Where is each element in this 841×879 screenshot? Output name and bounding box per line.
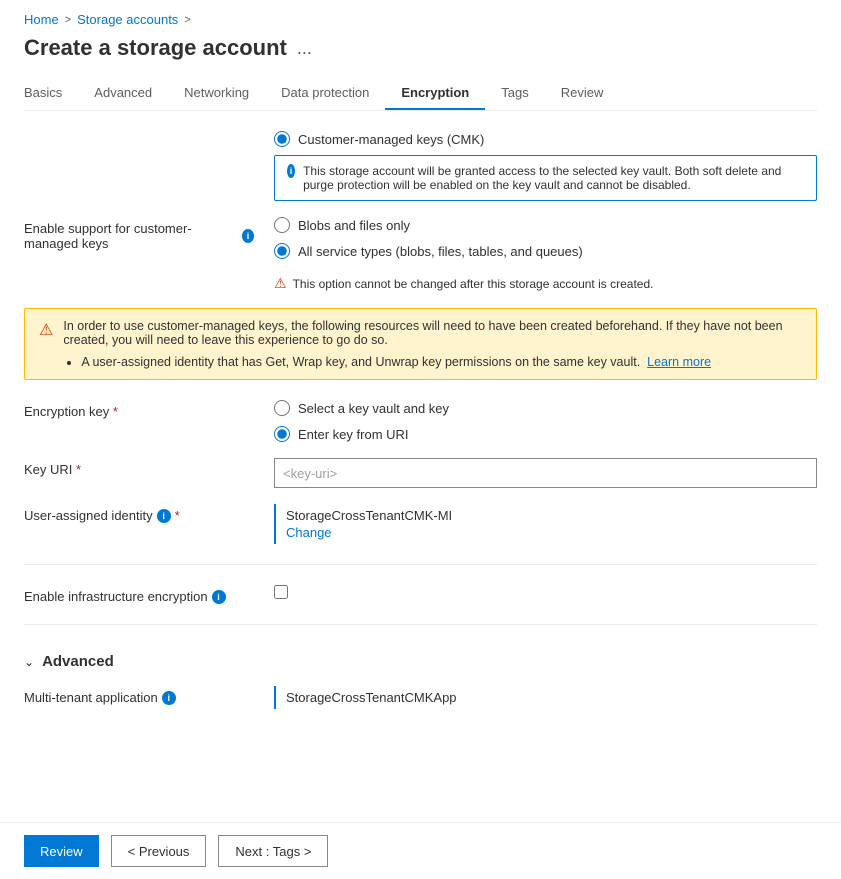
tab-review[interactable]: Review xyxy=(545,77,620,110)
review-button[interactable]: Review xyxy=(24,835,99,867)
warning-box-text: In order to use customer-managed keys, t… xyxy=(63,319,782,347)
encryption-key-radio-group: Select a key vault and key Enter key fro… xyxy=(274,400,817,442)
more-options-icon[interactable]: ... xyxy=(297,38,312,59)
content-area: Customer-managed keys (CMK) i This stora… xyxy=(24,131,817,709)
infra-encryption-checkbox-row xyxy=(274,585,817,599)
warning-box: ⚠ In order to use customer-managed keys,… xyxy=(24,308,817,380)
infra-encryption-info-icon[interactable]: i xyxy=(212,590,226,604)
encryption-key-section: Encryption key * Select a key vault and … xyxy=(24,400,817,442)
breadcrumb-home[interactable]: Home xyxy=(24,12,59,27)
tab-data-protection[interactable]: Data protection xyxy=(265,77,385,110)
infra-encryption-control xyxy=(274,585,817,604)
identity-change-link[interactable]: Change xyxy=(286,525,807,540)
enter-uri-radio[interactable] xyxy=(274,426,290,442)
encryption-key-label: Encryption key xyxy=(24,404,109,419)
warning-box-content: In order to use customer-managed keys, t… xyxy=(63,319,802,369)
support-cmk-label-col: Enable support for customer-managed keys… xyxy=(24,217,274,292)
divider-2 xyxy=(24,624,817,625)
warning-box-icon: ⚠ xyxy=(39,320,53,369)
infra-encryption-section: Enable infrastructure encryption i xyxy=(24,585,817,604)
key-uri-label: Key URI xyxy=(24,462,72,477)
previous-button[interactable]: < Previous xyxy=(111,835,207,867)
tab-networking[interactable]: Networking xyxy=(168,77,265,110)
enter-uri-label: Enter key from URI xyxy=(298,427,409,442)
support-cmk-section: Enable support for customer-managed keys… xyxy=(24,217,817,292)
learn-more-link[interactable]: Learn more xyxy=(647,355,711,369)
next-button[interactable]: Next : Tags > xyxy=(218,835,328,867)
divider-1 xyxy=(24,564,817,565)
all-services-label: All service types (blobs, files, tables,… xyxy=(298,244,583,259)
breadcrumb-sep1: > xyxy=(65,14,71,26)
cmk-radio-input[interactable] xyxy=(274,131,290,147)
blobs-only-radio[interactable] xyxy=(274,217,290,233)
page-title: Create a storage account xyxy=(24,35,287,61)
key-uri-label-col: Key URI * xyxy=(24,458,274,488)
multi-tenant-control: StorageCrossTenantCMKApp xyxy=(274,686,817,709)
encryption-key-required: * xyxy=(113,404,118,419)
cmk-radio-item[interactable]: Customer-managed keys (CMK) xyxy=(274,131,817,147)
key-uri-input[interactable] xyxy=(274,458,817,488)
infra-encryption-label: Enable infrastructure encryption xyxy=(24,589,208,604)
key-uri-required: * xyxy=(76,462,81,477)
infra-encryption-label-col: Enable infrastructure encryption i xyxy=(24,585,274,604)
identity-name: StorageCrossTenantCMK-MI xyxy=(286,508,452,523)
user-assigned-label-col: User-assigned identity i * xyxy=(24,504,274,544)
tab-basics[interactable]: Basics xyxy=(24,77,78,110)
multi-tenant-label-col: Multi-tenant application i xyxy=(24,686,274,709)
multi-tenant-info-icon[interactable]: i xyxy=(162,691,176,705)
select-key-vault-label: Select a key vault and key xyxy=(298,401,449,416)
bottom-bar: Review < Previous Next : Tags > xyxy=(0,822,841,879)
select-key-vault-radio[interactable] xyxy=(274,400,290,416)
all-services-radio-item[interactable]: All service types (blobs, files, tables,… xyxy=(274,243,817,259)
multi-tenant-section: Multi-tenant application i StorageCrossT… xyxy=(24,686,817,709)
user-assigned-label: User-assigned identity xyxy=(24,508,153,523)
multi-tenant-value: StorageCrossTenantCMKApp xyxy=(286,690,457,705)
chevron-down-icon: ⌄ xyxy=(24,655,34,669)
enter-uri-radio-item[interactable]: Enter key from URI xyxy=(274,426,817,442)
breadcrumb-sep2: > xyxy=(184,14,190,26)
cmk-info-text: This storage account will be granted acc… xyxy=(303,164,804,192)
breadcrumb-storage-accounts[interactable]: Storage accounts xyxy=(77,12,178,27)
identity-display: StorageCrossTenantCMK-MI Change xyxy=(274,504,817,544)
support-cmk-radio-group: Blobs and files only All service types (… xyxy=(274,217,817,292)
cmk-radio-label: Customer-managed keys (CMK) xyxy=(298,132,484,147)
user-assigned-section: User-assigned identity i * StorageCrossT… xyxy=(24,504,817,544)
blobs-only-radio-item[interactable]: Blobs and files only xyxy=(274,217,817,233)
encryption-key-label-col: Encryption key * xyxy=(24,400,274,442)
warning-box-bullet: A user-assigned identity that has Get, W… xyxy=(81,355,802,369)
warning-triangle-icon: ⚠ xyxy=(274,275,287,292)
all-services-radio[interactable] xyxy=(274,243,290,259)
tab-encryption[interactable]: Encryption xyxy=(385,77,485,110)
encryption-key-control: Select a key vault and key Enter key fro… xyxy=(274,400,817,442)
user-assigned-info-icon[interactable]: i xyxy=(157,509,171,523)
key-uri-section: Key URI * xyxy=(24,458,817,488)
select-key-vault-radio-item[interactable]: Select a key vault and key xyxy=(274,400,817,416)
tab-tags[interactable]: Tags xyxy=(485,77,544,110)
support-cmk-info-icon[interactable]: i xyxy=(242,229,254,243)
warning-change-text: This option cannot be changed after this… xyxy=(293,277,654,291)
multi-tenant-label: Multi-tenant application xyxy=(24,690,158,705)
key-uri-control xyxy=(274,458,817,488)
advanced-section-title: Advanced xyxy=(42,653,114,670)
support-cmk-label: Enable support for customer-managed keys xyxy=(24,221,238,251)
support-cmk-control: Blobs and files only All service types (… xyxy=(274,217,817,292)
breadcrumb: Home > Storage accounts > xyxy=(24,0,817,35)
info-circle-icon: i xyxy=(287,164,295,178)
tabs-nav: Basics Advanced Networking Data protecti… xyxy=(24,77,817,111)
cmk-info-box: i This storage account will be granted a… xyxy=(274,155,817,201)
user-assigned-required: * xyxy=(175,508,180,523)
infra-encryption-checkbox[interactable] xyxy=(274,585,288,599)
blobs-only-label: Blobs and files only xyxy=(298,218,410,233)
advanced-section-header[interactable]: ⌄ Advanced xyxy=(24,645,817,678)
page-title-row: Create a storage account ... xyxy=(24,35,817,77)
warning-inline: ⚠ This option cannot be changed after th… xyxy=(274,275,817,292)
tab-advanced[interactable]: Advanced xyxy=(78,77,168,110)
user-assigned-control: StorageCrossTenantCMK-MI Change xyxy=(274,504,817,544)
